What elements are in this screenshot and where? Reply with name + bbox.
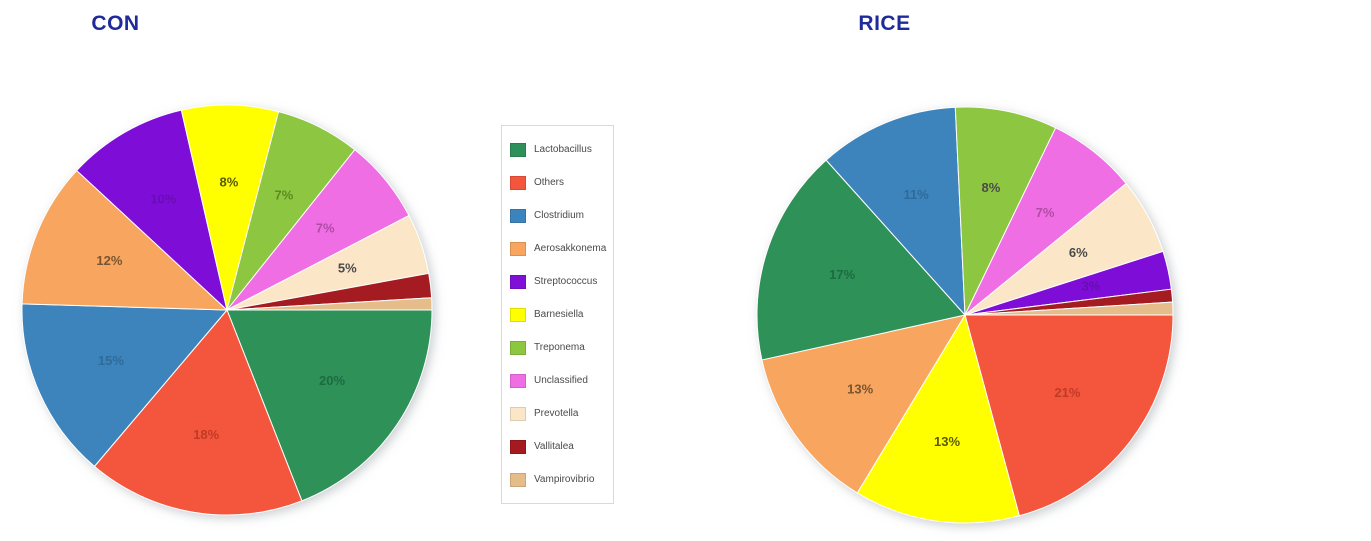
legend-swatch-icon bbox=[510, 472, 526, 487]
legend-swatch-icon bbox=[510, 274, 526, 289]
chart-panel-rice: RICE 21%13%13%17%11%8%7%6%3% OthersBarne… bbox=[686, 0, 1371, 541]
chart-panel-con: CON 20% 18% 15% 12% 10% 8% 7% 7% 5% Lactobacillu… bbox=[0, 0, 685, 541]
pie-svg-con: 20%18%15%12%10%8%7%7%5% bbox=[21, 104, 433, 516]
legend-swatch-icon bbox=[510, 175, 526, 190]
legend-swatch-icon bbox=[510, 373, 526, 388]
legend-item-label: Treponema bbox=[534, 342, 585, 353]
legend-item-label: Others bbox=[534, 177, 565, 188]
legend-item-label: Clostridium bbox=[534, 210, 585, 221]
legend-item[interactable]: Lactobacillus bbox=[510, 133, 604, 166]
legend-item[interactable]: Streptococcus bbox=[510, 265, 604, 298]
legend-item[interactable]: Treponema bbox=[510, 331, 604, 364]
legend-swatch-icon bbox=[510, 241, 526, 256]
legend-item[interactable]: Vallitalea bbox=[510, 430, 604, 463]
legend-item[interactable]: Barnesiella bbox=[510, 298, 604, 331]
legend-item-label: Vampirovibrio bbox=[534, 474, 595, 485]
legend-item-label: Unclassified bbox=[534, 375, 588, 386]
legend-swatch-icon bbox=[510, 439, 526, 454]
legend-item-label: Lactobacillus bbox=[534, 144, 592, 155]
legend-item[interactable]: Clostridium bbox=[510, 199, 604, 232]
legend-item-label: Prevotella bbox=[534, 408, 579, 419]
legend-item[interactable]: Others bbox=[510, 166, 604, 199]
legend-item-label: Streptococcus bbox=[534, 276, 598, 287]
pie-slices bbox=[756, 106, 1174, 524]
legend-item-label: Barnesiella bbox=[534, 309, 584, 320]
legend-item-label: Aerosakkonema bbox=[534, 243, 607, 254]
legend-swatch-icon bbox=[510, 142, 526, 157]
legend-item[interactable]: Aerosakkonema bbox=[510, 232, 607, 265]
legend-swatch-icon bbox=[510, 406, 526, 421]
pie-svg-rice: 21%13%13%17%11% 8%7%6%3% bbox=[756, 106, 1174, 524]
pie-slices bbox=[21, 104, 433, 516]
legend-item[interactable]: Prevotella bbox=[510, 397, 604, 430]
legend-swatch-icon bbox=[510, 208, 526, 223]
legend-item[interactable]: Vampirovibrio bbox=[510, 463, 604, 496]
legend-item-label: Vallitalea bbox=[534, 441, 574, 452]
legend-item[interactable]: Unclassified bbox=[510, 364, 604, 397]
legend-con: Lactobacillus Others Clostridium Aerosakkon… bbox=[501, 125, 614, 504]
legend-swatch-icon bbox=[510, 340, 526, 355]
legend-swatch-icon bbox=[510, 307, 526, 322]
